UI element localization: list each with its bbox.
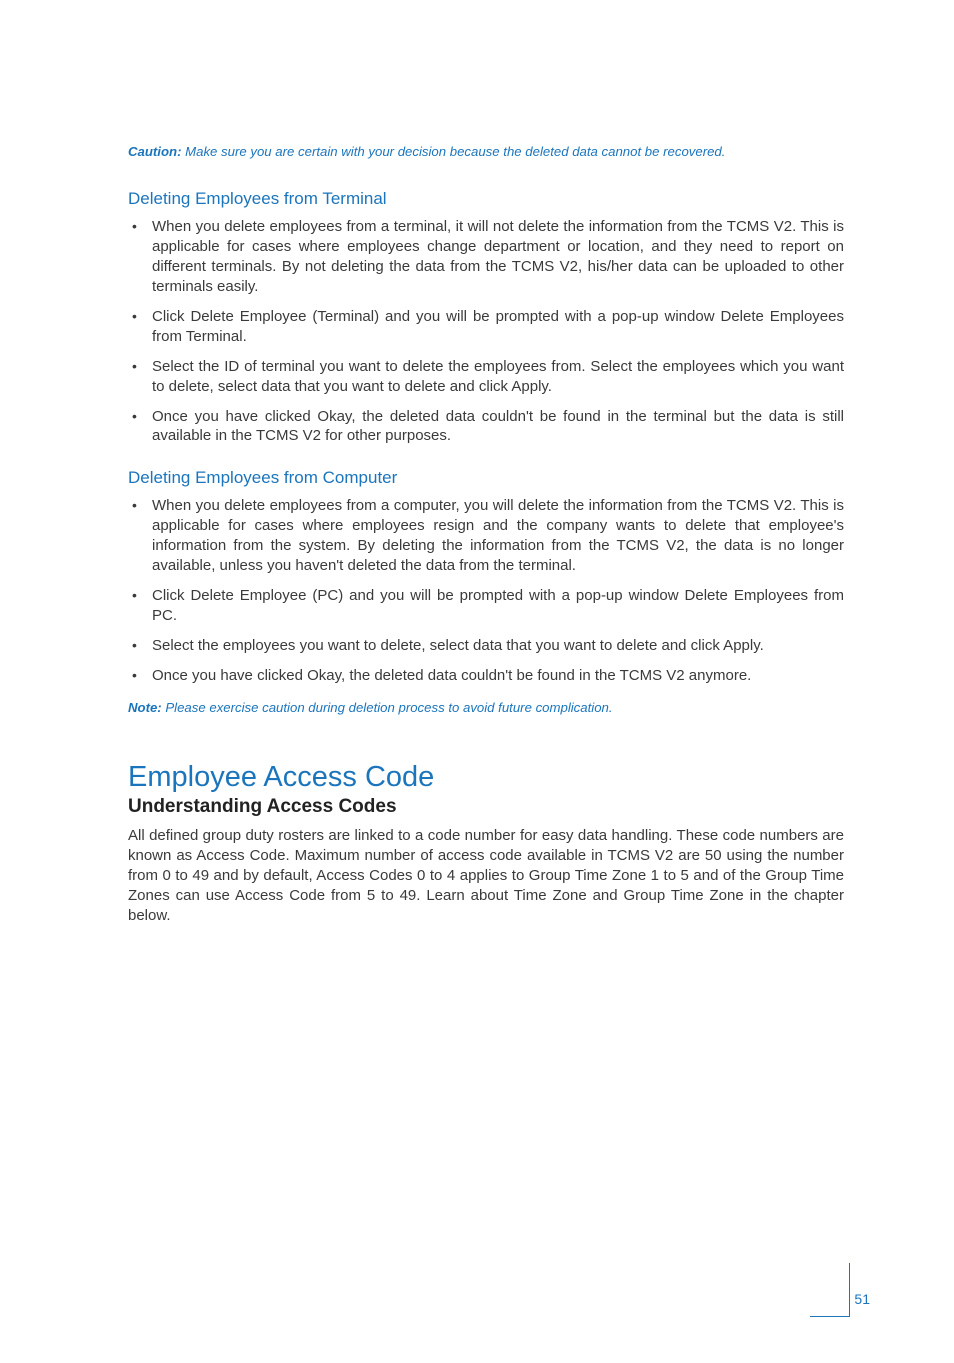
note-label: Note:	[128, 700, 162, 715]
page-decoration	[810, 1316, 850, 1317]
note-text: Please exercise caution during deletion …	[162, 700, 613, 715]
section2-title: Deleting Employees from Computer	[128, 468, 844, 488]
list-item: When you delete employees from a compute…	[128, 496, 844, 576]
list-item: Select the employees you want to delete,…	[128, 636, 844, 656]
caution-label: Caution:	[128, 144, 181, 159]
section2-list: When you delete employees from a compute…	[128, 496, 844, 686]
body-paragraph: All defined group duty rosters are linke…	[128, 826, 844, 926]
list-item: Select the ID of terminal you want to de…	[128, 357, 844, 397]
page-decoration	[849, 1263, 850, 1317]
section1-list: When you delete employees from a termina…	[128, 217, 844, 446]
caution-line: Caution: Make sure you are certain with …	[128, 144, 844, 159]
main-heading: Employee Access Code	[128, 761, 844, 794]
page-number: 51	[854, 1291, 870, 1307]
caution-text: Make sure you are certain with your deci…	[181, 144, 725, 159]
list-item: Once you have clicked Okay, the deleted …	[128, 407, 844, 447]
list-item: Click Delete Employee (Terminal) and you…	[128, 307, 844, 347]
list-item: Once you have clicked Okay, the deleted …	[128, 666, 844, 686]
list-item: When you delete employees from a termina…	[128, 217, 844, 297]
section1-title: Deleting Employees from Terminal	[128, 189, 844, 209]
note-line: Note: Please exercise caution during del…	[128, 700, 844, 715]
sub-heading: Understanding Access Codes	[128, 796, 844, 818]
list-item: Click Delete Employee (PC) and you will …	[128, 586, 844, 626]
